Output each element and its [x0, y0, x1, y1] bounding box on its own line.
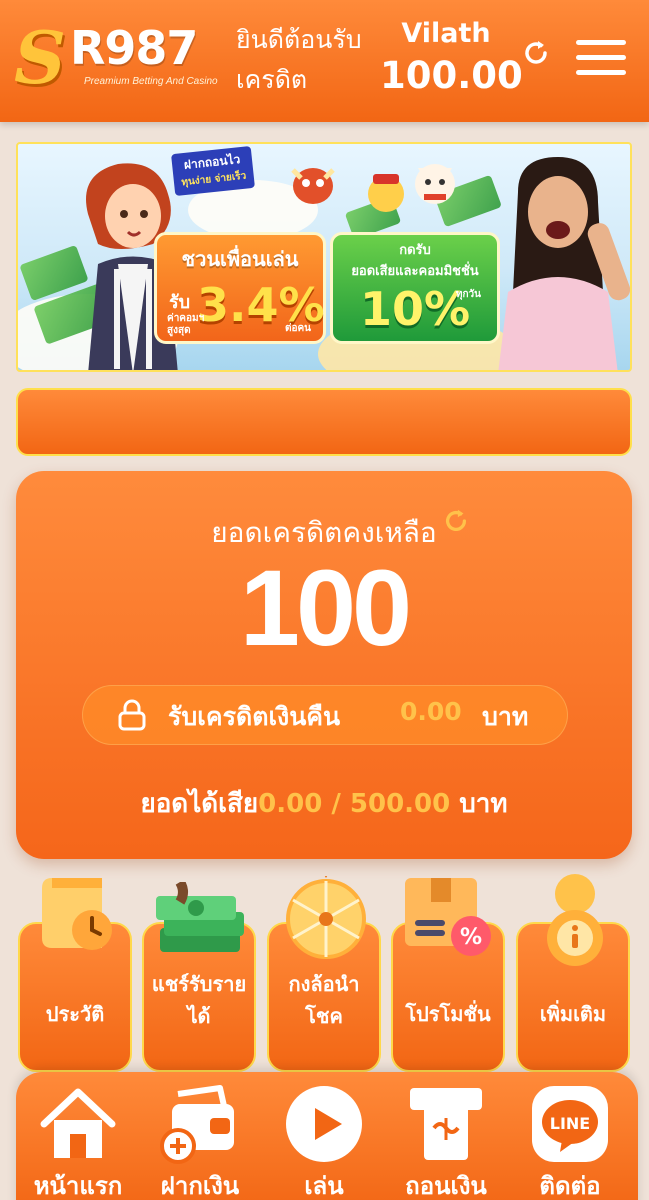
home-icon [40, 1088, 116, 1158]
promo-b-title-1: กดรับ [399, 243, 431, 258]
quick-menu-lucky-wheel[interactable]: กงล้อนำ โชค [267, 876, 381, 1072]
withdraw-atm-icon [410, 1088, 482, 1160]
quick-menu-promotion[interactable]: % โปรโมชั่น [391, 878, 505, 1072]
svg-text:%: % [460, 925, 482, 950]
nav-label-play: เล่น [304, 1172, 344, 1200]
turnover-unit: บาท [459, 789, 508, 819]
logo-number: R987 [70, 21, 198, 75]
logo-letter: S [14, 15, 66, 100]
mascot-god-of-wealth-icon [368, 174, 404, 212]
hamburger-menu-icon[interactable] [576, 38, 626, 78]
lock-icon [118, 699, 146, 731]
quick-label-history: ประวัติ [45, 1002, 105, 1026]
quick-label-wheel-2: โชค [305, 1004, 343, 1028]
logo-tagline: Preamium Betting And Casino [84, 76, 218, 87]
promo-b-title-2: ยอดเสียและคอมมิชชั่น [351, 264, 479, 279]
fast-deposit-badge: ฝากถอนไว ทุนง่าย จ่ายเร็ว [171, 145, 255, 197]
promo-a-note: ค่าคอมฯ สูงสุด [167, 313, 205, 336]
cashback-button[interactable]: รับเครดิตเงินคืน 0.00 บาท [82, 685, 568, 745]
promo-a-prefix: รับ [169, 292, 191, 313]
cashback-amount: 0.00 [400, 697, 462, 726]
money-stack-icon [156, 882, 244, 952]
balance-card: ยอดเครดิตคงเหลือ 100 รับเครดิตเงินคืน 0.… [16, 471, 632, 859]
nav-label-contact: ติดต่อ [539, 1172, 601, 1200]
mascot-bull-icon [291, 168, 335, 204]
bottom-navigation: หน้าแรก ฝากเงิน เล่น ถอนเงิน LINE ติดต่อ [16, 1072, 638, 1200]
info-more-icon [547, 874, 603, 966]
play-icon [286, 1086, 362, 1162]
quick-label-share-2: ได้ [187, 1004, 211, 1028]
balance-refresh-icon[interactable] [442, 507, 470, 542]
cashback-unit: บาท [482, 702, 529, 731]
promo-b-note: ทุกวัน [455, 289, 481, 300]
nav-label-home: หน้าแรก [33, 1172, 123, 1200]
refresh-icon[interactable] [520, 38, 552, 70]
promo-banner[interactable]: ฝากถอนไว ทุนง่าย จ่ายเร็ว ชวนเพื่อนเล่น … [16, 142, 632, 372]
announcement-marquee [16, 388, 632, 456]
mascot-lucky-cat-icon [415, 164, 455, 204]
svg-text:LINE: LINE [550, 1114, 590, 1133]
balance-value: 100 [239, 547, 412, 668]
welcome-line-2: เครดิต [236, 65, 308, 94]
username: Vilath [401, 18, 491, 49]
nav-label-withdraw: ถอนเงิน [405, 1172, 487, 1200]
quick-menu-history[interactable]: ประวัติ [18, 878, 132, 1072]
cashback-commission-promo[interactable]: กดรับ ยอดเสียและคอมมิชชั่น 10% ทุกวัน [330, 232, 500, 344]
lucky-wheel-icon [286, 876, 366, 959]
site-logo[interactable]: S R987 Preamium Betting And Casino [14, 18, 224, 100]
deposit-wallet-icon [160, 1085, 234, 1164]
nav-home[interactable]: หน้าแรก [18, 1078, 138, 1200]
top-header: S R987 Preamium Betting And Casino ยินดี… [0, 0, 649, 122]
quick-label-promotion: โปรโมชั่น [405, 1002, 491, 1026]
quick-menu-share-income[interactable]: แชร์รับราย ได้ [142, 882, 256, 1072]
header-credit: 100.00 [380, 54, 523, 97]
welcome-line-1: ยินดีต้อนรับ [236, 25, 362, 54]
nav-label-deposit: ฝากเงิน [160, 1172, 240, 1200]
promo-a-title: ชวนเพื่อนเล่น [181, 247, 299, 271]
turnover-value: 0.00 / 500.00 [258, 789, 451, 819]
turnover-label: ยอดได้เสีย [140, 789, 259, 819]
nav-withdraw[interactable]: ถอนเงิน [386, 1078, 506, 1200]
cashback-label: รับเครดิตเงินคืน [168, 702, 341, 731]
turnover-status: ยอดได้เสีย0.00 / 500.00 บาท [16, 783, 632, 824]
quick-label-share-1: แชร์รับราย [151, 972, 247, 996]
refer-friend-promo[interactable]: ชวนเพื่อนเล่น รับ ค่าคอมฯ สูงสุด 3.4% ต่… [154, 232, 326, 344]
quick-menu-more[interactable]: เพิ่มเติม [516, 874, 630, 1072]
quick-label-wheel-1: กงล้อนำ [288, 972, 360, 996]
nav-contact[interactable]: LINE ติดต่อ [510, 1078, 630, 1200]
welcome-text: ยินดีต้อนรับ เครดิต [236, 20, 376, 100]
woman-photo-illustration [498, 157, 630, 370]
quick-label-more: เพิ่มเติม [539, 1002, 607, 1026]
nav-deposit[interactable]: ฝากเงิน [140, 1078, 260, 1200]
promotion-box-icon: % [405, 878, 491, 956]
nav-play[interactable]: เล่น [264, 1078, 384, 1200]
line-chat-icon: LINE [532, 1086, 608, 1162]
promo-a-suffix: ต่อคน [284, 323, 311, 334]
history-receipt-icon [42, 878, 112, 950]
